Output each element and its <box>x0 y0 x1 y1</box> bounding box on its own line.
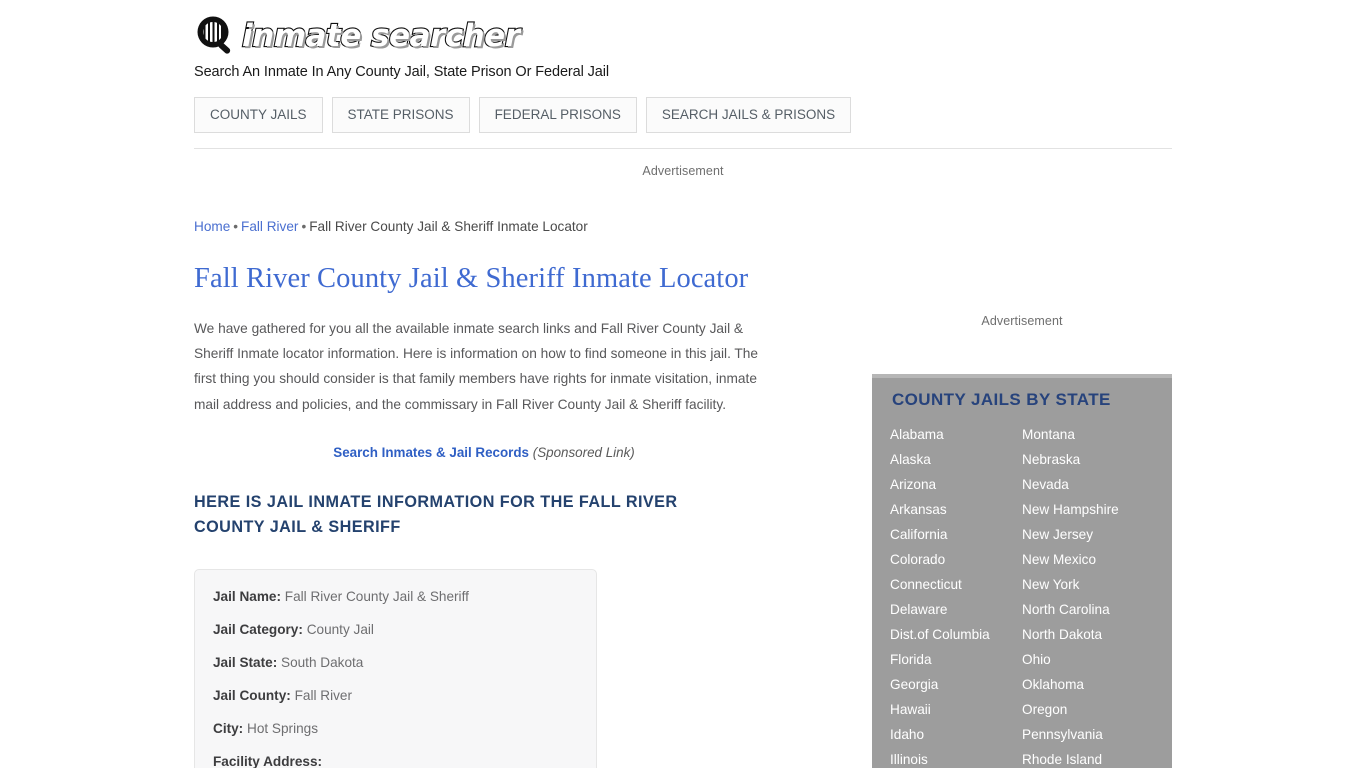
info-row-facility-address: Facility Address: 906 North River <box>213 752 578 768</box>
sidebar-state-link[interactable]: Hawaii <box>890 697 1022 722</box>
breadcrumb: Home • Fall River • Fall River County Jail &… <box>194 219 588 234</box>
ad-label-right: Advertisement <box>981 314 1063 328</box>
sidebar-state-link[interactable]: New Hampshire <box>1022 497 1154 522</box>
info-label-jail-county: Jail County: <box>213 687 291 703</box>
ad-label-top: Advertisement <box>642 164 724 178</box>
page-title: Fall River County Jail & Sheriff Inmate … <box>194 263 749 294</box>
sidebar-state-link[interactable]: Oklahoma <box>1022 672 1154 697</box>
info-row-jail-category: Jail Category: County Jail <box>213 620 578 639</box>
nav-item-state-prisons[interactable]: STATE PRISONS <box>331 97 470 133</box>
breadcrumb-separator-2: • <box>301 219 307 234</box>
sidebar-state-link[interactable]: Florida <box>890 647 1022 672</box>
info-label-jail-state: Jail State: <box>213 654 278 670</box>
ad-slot-right: Advertisement <box>872 314 1172 328</box>
info-row-jail-county: Jail County: Fall River <box>213 686 578 705</box>
sidebar-state-link[interactable]: North Carolina <box>1022 597 1154 622</box>
info-row-jail-name: Jail Name: Fall River County Jail & Sher… <box>213 587 578 606</box>
section-title: HERE IS JAIL INMATE INFORMATION FOR THE … <box>194 492 678 536</box>
ad-slot-top: Advertisement <box>194 164 1172 178</box>
logo[interactable]: inmate searcher <box>194 12 1174 60</box>
info-label-jail-category: Jail Category: <box>213 621 303 637</box>
sidebar-state-link[interactable]: Illinois <box>890 747 1022 768</box>
sidebar-state-link[interactable]: Nebraska <box>1022 447 1154 472</box>
sidebar-state-link[interactable]: Connecticut <box>890 572 1022 597</box>
sidebar-state-link[interactable]: Delaware <box>890 597 1022 622</box>
sidebar-state-link[interactable]: Nevada <box>1022 472 1154 497</box>
page-root: inmate searcher Search An Inmate In Any … <box>0 0 1366 768</box>
info-label-jail-name: Jail Name: <box>213 588 282 604</box>
nav-item-county-jails[interactable]: COUNTY JAILS <box>194 97 323 133</box>
breadcrumb-current: Fall River County Jail & Sheriff Inmate … <box>309 219 588 234</box>
info-value-jail-state: South Dakota <box>281 654 364 670</box>
sidebar-state-link[interactable]: Montana <box>1022 422 1154 447</box>
sidebar-state-link[interactable]: Arizona <box>890 472 1022 497</box>
site-tagline: Search An Inmate In Any County Jail, Sta… <box>194 64 610 80</box>
sidebar-state-link[interactable]: Idaho <box>890 722 1022 747</box>
state-column-right: Montana Nebraska Nevada New Hampshire New Je… <box>1022 422 1154 768</box>
jail-info-box: Jail Name: Fall River County Jail & Sher… <box>194 568 597 768</box>
intro-paragraph: We have gathered for you all the availab… <box>194 321 759 412</box>
site-header: inmate searcher Search An Inmate In Any … <box>194 12 1174 80</box>
sidebar-county-jails-by-state: COUNTY JAILS BY STATE Alabama Alaska Arizo… <box>872 374 1172 768</box>
sidebar-state-link[interactable]: Alabama <box>890 422 1022 447</box>
sidebar-state-link[interactable]: Ohio <box>1022 647 1154 672</box>
magnifier-jail-icon <box>194 14 238 58</box>
info-value-city: Hot Springs <box>247 720 319 736</box>
nav-item-search-jails-prisons[interactable]: SEARCH JAILS & PRISONS <box>645 97 852 133</box>
info-value-jail-category: County Jail <box>306 621 374 637</box>
info-value-jail-county: Fall River <box>294 687 352 703</box>
sidebar-title: COUNTY JAILS BY STATE <box>892 390 1111 409</box>
info-label-facility-address: Facility Address: <box>213 753 323 768</box>
sponsored-note: (Sponsored Link) <box>532 444 635 460</box>
breadcrumb-county[interactable]: Fall River <box>241 219 298 234</box>
sponsored-link[interactable]: Search Inmates & Jail Records <box>333 445 529 460</box>
header-divider <box>194 148 1172 149</box>
info-label-city: City: <box>213 720 244 736</box>
state-link-columns: Alabama Alaska Arizona Arkansas California Co… <box>890 422 1154 768</box>
info-value-jail-name: Fall River County Jail & Sheriff <box>284 588 469 604</box>
breadcrumb-home[interactable]: Home <box>194 219 230 234</box>
sidebar-state-link[interactable]: Colorado <box>890 547 1022 572</box>
sidebar-state-link[interactable]: Georgia <box>890 672 1022 697</box>
sidebar-state-link[interactable]: Oregon <box>1022 697 1154 722</box>
info-row-jail-state: Jail State: South Dakota <box>213 653 578 672</box>
main-content: Fall River County Jail & Sheriff Inmate … <box>194 262 794 768</box>
sidebar-state-link[interactable]: California <box>890 522 1022 547</box>
sidebar-state-link[interactable]: North Dakota <box>1022 622 1154 647</box>
state-column-left: Alabama Alaska Arizona Arkansas California Co… <box>890 422 1022 768</box>
sidebar-state-link[interactable]: New York <box>1022 572 1154 597</box>
sidebar-state-link[interactable]: Rhode Island <box>1022 747 1154 768</box>
sidebar-state-link[interactable]: Alaska <box>890 447 1022 472</box>
sidebar-state-link[interactable]: New Mexico <box>1022 547 1154 572</box>
sidebar-state-link[interactable]: New Jersey <box>1022 522 1154 547</box>
sidebar-state-link[interactable]: Arkansas <box>890 497 1022 522</box>
sponsored-link-row: Search Inmates & Jail Records (Sponsored… <box>194 445 774 460</box>
info-row-city: City: Hot Springs <box>213 719 578 738</box>
logo-text: inmate searcher <box>241 17 521 55</box>
breadcrumb-separator-1: • <box>233 219 239 234</box>
sidebar-state-link[interactable]: Dist.of Columbia <box>890 622 1022 647</box>
sidebar-state-link[interactable]: Pennsylvania <box>1022 722 1154 747</box>
nav-item-federal-prisons[interactable]: FEDERAL PRISONS <box>478 97 637 133</box>
main-nav: COUNTY JAILS STATE PRISONS FEDERAL PRISO… <box>194 97 852 133</box>
